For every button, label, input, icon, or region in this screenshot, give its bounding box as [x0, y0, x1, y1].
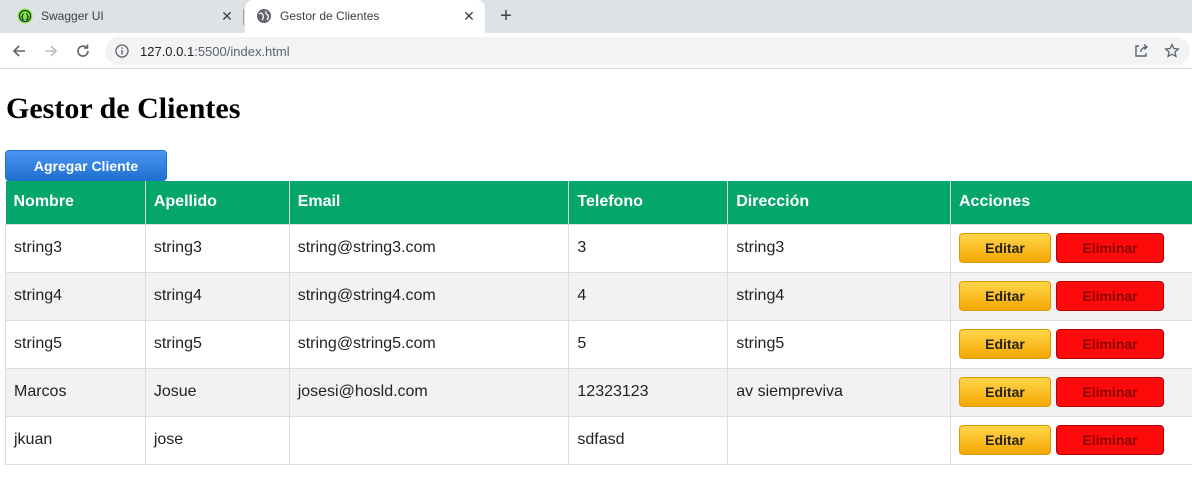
share-icon[interactable]	[1133, 43, 1149, 59]
cell-direccion: string5	[727, 319, 951, 369]
forward-icon[interactable]	[40, 40, 62, 62]
cell-direccion	[727, 415, 951, 465]
tab-strip: {} Swagger UI ✕ Gestor de Clientes ✕ +	[0, 0, 1192, 33]
edit-button[interactable]: Editar	[958, 233, 1051, 263]
tab-divider	[243, 9, 244, 25]
close-tab-icon[interactable]: ✕	[219, 8, 235, 24]
browser-toolbar: 127.0.0.1:5500/index.html	[0, 33, 1192, 69]
cell-apellido: Josue	[144, 367, 290, 417]
cell-nombre: string4	[5, 271, 146, 321]
cell-email: string@string4.com	[288, 271, 570, 321]
column-header-acciones: Acciones	[950, 181, 1192, 224]
cell-telefono: sdfasd	[568, 415, 729, 465]
cell-nombre: Marcos	[5, 367, 146, 417]
bookmark-star-icon[interactable]	[1164, 43, 1180, 59]
delete-button[interactable]: Eliminar	[1055, 425, 1164, 455]
cell-email: string@string5.com	[288, 319, 570, 369]
cell-acciones: Editar Eliminar	[949, 271, 1192, 321]
cell-acciones: Editar Eliminar	[949, 223, 1192, 273]
cell-direccion: string3	[727, 223, 951, 273]
column-header-email: Email	[289, 181, 570, 224]
tab-swagger-ui[interactable]: {} Swagger UI ✕	[0, 0, 243, 33]
address-bar[interactable]: 127.0.0.1:5500/index.html	[105, 37, 1190, 65]
cell-apellido: string3	[144, 223, 290, 273]
cell-nombre: string3	[5, 223, 146, 273]
cell-telefono: 4	[568, 271, 729, 321]
cell-email: josesi@hosld.com	[288, 367, 570, 417]
cell-nombre: jkuan	[5, 415, 146, 465]
reload-icon[interactable]	[72, 40, 94, 62]
cell-telefono: 5	[568, 319, 729, 369]
back-icon[interactable]	[8, 40, 30, 62]
table-row: string3 string3 string@string3.com 3 str…	[5, 223, 1192, 273]
tab-title: Gestor de Clientes	[280, 9, 380, 23]
site-info-icon[interactable]	[115, 44, 129, 58]
globe-icon	[257, 9, 271, 23]
url-text: 127.0.0.1:5500/index.html	[140, 44, 290, 59]
close-tab-icon[interactable]: ✕	[461, 8, 477, 24]
cell-email: string@string3.com	[288, 223, 570, 273]
cell-acciones: Editar Eliminar	[949, 415, 1192, 465]
delete-button[interactable]: Eliminar	[1055, 377, 1164, 407]
table-row: Marcos Josue josesi@hosld.com 12323123 a…	[5, 367, 1192, 417]
cell-email	[288, 415, 570, 465]
cell-direccion: av siempreviva	[727, 367, 951, 417]
cell-acciones: Editar Eliminar	[949, 319, 1192, 369]
edit-button[interactable]: Editar	[958, 425, 1051, 455]
add-client-button[interactable]: Agregar Cliente	[5, 150, 167, 181]
edit-button[interactable]: Editar	[958, 281, 1051, 311]
table-row: jkuan jose sdfasd Editar Eliminar	[5, 415, 1192, 465]
column-header-nombre: Nombre	[5, 181, 146, 224]
delete-button[interactable]: Eliminar	[1055, 329, 1164, 359]
cell-telefono: 12323123	[568, 367, 729, 417]
column-header-apellido: Apellido	[145, 181, 290, 224]
edit-button[interactable]: Editar	[958, 329, 1051, 359]
svg-text:{}: {}	[20, 13, 30, 21]
cell-acciones: Editar Eliminar	[949, 367, 1192, 417]
tab-title: Swagger UI	[41, 9, 104, 23]
delete-button[interactable]: Eliminar	[1055, 233, 1164, 263]
page-title: Gestor de Clientes	[6, 92, 241, 125]
url-path: :5500/index.html	[194, 44, 290, 59]
url-host: 127.0.0.1	[140, 44, 195, 59]
tab-gestor-de-clientes[interactable]: Gestor de Clientes ✕	[245, 0, 485, 33]
table-row: string5 string5 string@string5.com 5 str…	[5, 319, 1192, 369]
cell-telefono: 3	[568, 223, 729, 273]
clients-table: Nombre Apellido Email Telefono Dirección…	[5, 181, 1192, 465]
delete-button[interactable]: Eliminar	[1055, 281, 1164, 311]
table-header-row: Nombre Apellido Email Telefono Dirección…	[5, 181, 1192, 224]
cell-direccion: string4	[727, 271, 951, 321]
column-header-direccion: Dirección	[727, 181, 951, 224]
edit-button[interactable]: Editar	[958, 377, 1051, 407]
cell-apellido: string4	[144, 271, 290, 321]
cell-apellido: string5	[144, 319, 290, 369]
table-row: string4 string4 string@string4.com 4 str…	[5, 271, 1192, 321]
cell-apellido: jose	[144, 415, 290, 465]
swagger-icon: {}	[17, 8, 33, 24]
column-header-telefono: Telefono	[568, 181, 729, 224]
new-tab-icon[interactable]: +	[495, 5, 517, 27]
cell-nombre: string5	[5, 319, 146, 369]
